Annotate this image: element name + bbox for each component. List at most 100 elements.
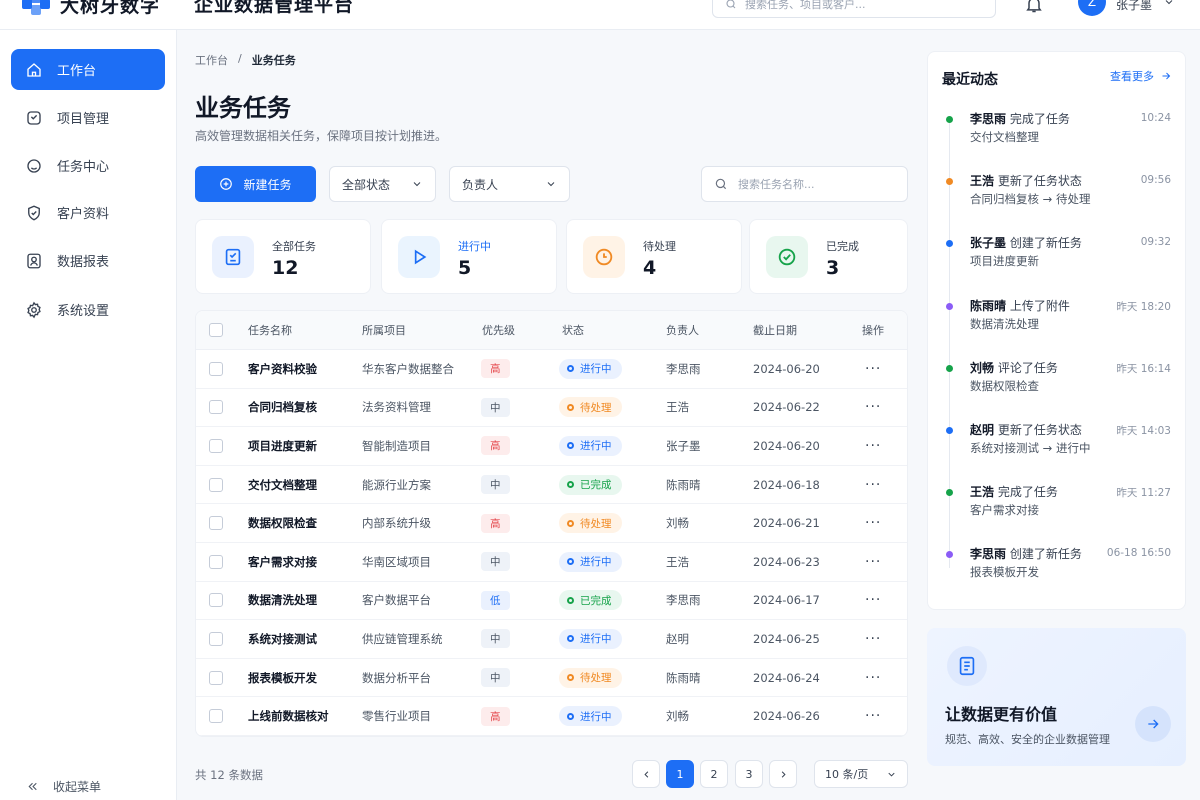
prev-page-button[interactable] (632, 760, 660, 788)
task-name[interactable]: 交付文档整理 (248, 466, 317, 504)
activity-item[interactable]: 李思雨 创建了新任务 报表模板开发 06-18 16:50 (928, 545, 1185, 600)
sidebar-item-customers[interactable]: 客户资料 (11, 192, 165, 233)
row-checkbox[interactable] (209, 361, 223, 376)
column-header-priority[interactable]: 优先级 (482, 311, 515, 349)
column-header-project[interactable]: 所属项目 (362, 311, 406, 349)
stat-card-pending[interactable]: 待处理 4 (566, 219, 742, 294)
stat-card-in-progress[interactable]: 进行中 5 (381, 219, 557, 294)
global-search-placeholder: 搜索任务、项目或客户... (745, 0, 866, 11)
row-checkbox[interactable] (209, 438, 223, 453)
activity-item[interactable]: 王浩 完成了任务 客户需求对接 昨天 11:27 (928, 483, 1185, 538)
task-name[interactable]: 客户资料校验 (248, 350, 317, 388)
promo-card[interactable]: 让数据更有价值 规范、高效、安全的企业数据管理 (927, 628, 1186, 766)
row-checkbox[interactable] (209, 554, 223, 569)
table-row[interactable]: 交付文档整理 能源行业方案 中 已完成 陈雨晴 2024-06-18 ··· (196, 466, 907, 505)
priority-badge: 高 (481, 359, 510, 379)
username[interactable]: 张子墨 (1116, 0, 1152, 13)
activity-time: 昨天 16:14 (1116, 362, 1171, 375)
more-actions-icon[interactable]: ··· (865, 631, 881, 647)
sidebar-item-projects[interactable]: 项目管理 (11, 97, 165, 138)
view-more-link[interactable]: 查看更多 (1110, 68, 1172, 84)
table-row[interactable]: 项目进度更新 智能制造项目 高 进行中 张子墨 2024-06-20 ··· (196, 427, 907, 466)
select-all-checkbox[interactable] (209, 323, 223, 337)
page-button-2[interactable]: 2 (700, 760, 728, 788)
table-row[interactable]: 合同归档复核 法务资料管理 中 待处理 王浩 2024-06-22 ··· (196, 389, 907, 428)
chevron-down-icon[interactable] (1163, 0, 1175, 8)
activity-item[interactable]: 陈雨晴 上传了附件 数据清洗处理 昨天 18:20 (928, 297, 1185, 352)
bell-icon[interactable] (1024, 0, 1044, 14)
owner-filter-select[interactable]: 负责人 (449, 166, 570, 202)
more-actions-icon[interactable]: ··· (865, 477, 881, 493)
shield-icon (28, 205, 40, 221)
table-row[interactable]: 客户资料校验 华东客户数据整合 高 进行中 李思雨 2024-06-20 ··· (196, 350, 907, 389)
column-header-name[interactable]: 任务名称 (248, 311, 292, 349)
activity-action: 评论了任务 (997, 360, 1058, 375)
task-name[interactable]: 上线前数据核对 (248, 697, 329, 735)
global-search-input[interactable]: 搜索任务、项目或客户... (712, 0, 996, 18)
more-actions-icon[interactable]: ··· (865, 515, 881, 531)
activity-headline: 刘畅 评论了任务 (970, 359, 1058, 376)
avatar[interactable]: Z (1078, 0, 1106, 16)
task-name[interactable]: 系统对接测试 (248, 620, 317, 658)
more-actions-icon[interactable]: ··· (865, 554, 881, 570)
status-filter-select[interactable]: 全部状态 (329, 166, 436, 202)
page-button-1[interactable]: 1 (666, 760, 694, 788)
sidebar-item-reports[interactable]: 数据报表 (11, 240, 165, 281)
more-actions-icon[interactable]: ··· (865, 708, 881, 724)
chevron-down-icon (413, 182, 421, 187)
activity-item[interactable]: 王浩 更新了任务状态 合同归档复核 → 待处理 09:56 (928, 172, 1185, 227)
table-row[interactable]: 上线前数据核对 零售行业项目 高 进行中 刘畅 2024-06-26 ··· (196, 697, 907, 736)
row-checkbox[interactable] (209, 477, 223, 492)
task-name[interactable]: 合同归档复核 (248, 389, 317, 427)
collapse-menu-button[interactable]: 收起菜单 (26, 778, 101, 795)
column-header-due-date[interactable]: 截止日期 (753, 311, 797, 349)
activity-item[interactable]: 李思雨 完成了任务 交付文档整理 10:24 (928, 110, 1185, 165)
next-page-button[interactable] (769, 760, 797, 788)
activity-item[interactable]: 刘畅 评论了任务 数据权限检查 昨天 16:14 (928, 359, 1185, 414)
table-row[interactable]: 数据清洗处理 客户数据平台 低 已完成 李思雨 2024-06-17 ··· (196, 582, 907, 621)
sidebar-item-tasks[interactable]: 任务中心 (11, 145, 165, 186)
column-header-owner[interactable]: 负责人 (666, 311, 699, 349)
task-name[interactable]: 数据清洗处理 (248, 582, 317, 620)
task-name[interactable]: 客户需求对接 (248, 543, 317, 581)
activity-item[interactable]: 张子墨 创建了新任务 项目进度更新 09:32 (928, 234, 1185, 289)
activity-user: 李思雨 (970, 547, 1007, 562)
table-row[interactable]: 报表模板开发 数据分析平台 中 待处理 陈雨晴 2024-06-24 ··· (196, 659, 907, 698)
task-name[interactable]: 报表模板开发 (248, 659, 317, 697)
status-text: 进行中 (580, 633, 612, 646)
table-row[interactable]: 系统对接测试 供应链管理系统 中 进行中 赵明 2024-06-25 ··· (196, 620, 907, 659)
row-checkbox[interactable] (209, 516, 223, 531)
page-size-select[interactable]: 10 条/页 (814, 760, 908, 788)
more-actions-icon[interactable]: ··· (865, 361, 881, 377)
more-actions-icon[interactable]: ··· (865, 399, 881, 415)
chevron-right-icon (781, 770, 786, 778)
activity-user: 王浩 (970, 174, 995, 189)
sidebar-item-workbench[interactable]: 工作台 (11, 49, 165, 90)
table-row[interactable]: 数据权限检查 内部系统升级 高 待处理 刘畅 2024-06-21 ··· (196, 504, 907, 543)
row-checkbox[interactable] (209, 400, 223, 415)
page-button-3[interactable]: 3 (735, 760, 763, 788)
activity-item[interactable]: 赵明 更新了任务状态 系统对接测试 → 进行中 昨天 14:03 (928, 421, 1185, 476)
new-task-button[interactable]: 新建任务 (195, 166, 316, 202)
chevron-down-icon (547, 182, 555, 187)
stat-card-total[interactable]: 全部任务 12 (195, 219, 371, 294)
table-row[interactable]: 客户需求对接 华南区域项目 中 进行中 王浩 2024-06-23 ··· (196, 543, 907, 582)
row-checkbox[interactable] (209, 670, 223, 685)
user-icon (27, 253, 41, 268)
column-header-status[interactable]: 状态 (562, 311, 584, 349)
breadcrumb-home[interactable]: 工作台 (195, 52, 228, 68)
stat-card-done[interactable]: 已完成 3 (749, 219, 908, 294)
promo-arrow-button[interactable] (1135, 706, 1171, 742)
task-name[interactable]: 数据权限检查 (248, 504, 317, 542)
activity-user: 陈雨晴 (970, 298, 1007, 313)
logo[interactable]: 大树牙数字 (22, 0, 160, 18)
task-name[interactable]: 项目进度更新 (248, 427, 317, 465)
row-checkbox[interactable] (209, 631, 223, 646)
sidebar-item-settings[interactable]: 系统设置 (11, 289, 165, 330)
row-checkbox[interactable] (209, 593, 223, 608)
row-checkbox[interactable] (209, 709, 223, 724)
more-actions-icon[interactable]: ··· (865, 670, 881, 686)
more-actions-icon[interactable]: ··· (865, 438, 881, 454)
more-actions-icon[interactable]: ··· (865, 592, 881, 608)
task-search-input[interactable]: 搜索任务名称... (701, 166, 908, 202)
